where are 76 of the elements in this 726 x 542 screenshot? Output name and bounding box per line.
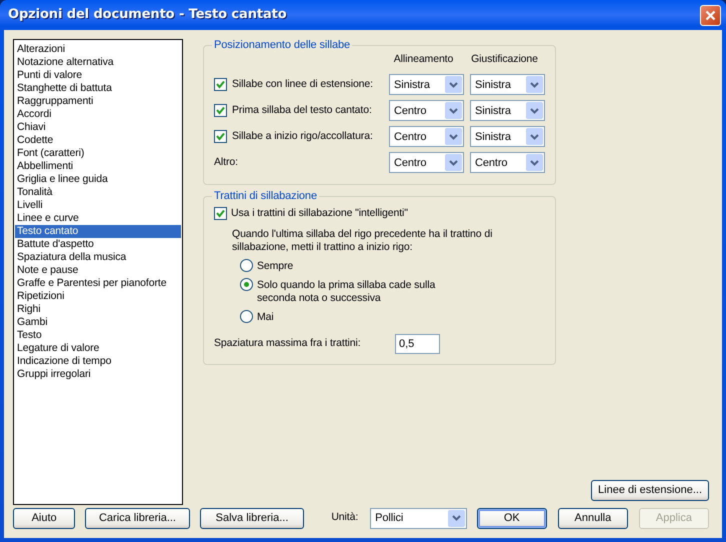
category-item[interactable]: Gruppi irregolari [15, 368, 181, 381]
chevron-icon [526, 154, 543, 172]
category-item[interactable]: Righi [15, 303, 181, 316]
chevron-icon [448, 510, 465, 526]
checkbox-label: Sillabe con linee di estensione: [232, 76, 373, 92]
chevron-icon [445, 102, 462, 120]
checkbox-label: Usa i trattini di sillabazione "intelligenti" [231, 206, 408, 221]
category-item[interactable]: Graffe e Parentesi per pianoforte [15, 277, 181, 290]
dropdown[interactable]: Centro [389, 126, 464, 148]
category-item[interactable]: Font (caratteri) [15, 147, 181, 160]
dropdown[interactable]: Sinistra [470, 74, 545, 96]
category-item[interactable]: Note e pause [15, 264, 181, 277]
category-item[interactable]: Codette [15, 134, 181, 147]
window-title: Opzioni del documento - Testo cantato [8, 6, 287, 24]
radio-button[interactable] [240, 278, 253, 290]
footer-button[interactable]: Annulla [558, 508, 628, 528]
radio-label: Solo quando la prima sillaba cade sulla seconda nota o successiva [257, 278, 436, 304]
radio-label: Mai [257, 310, 274, 324]
field-label: Spaziatura massima fra i trattini: [214, 336, 362, 351]
dropdown[interactable]: Pollici [370, 508, 467, 528]
chevron-icon [445, 128, 462, 146]
units-label: Unità: [331, 510, 358, 526]
category-item[interactable]: Tonalità [15, 186, 181, 199]
footer-button[interactable]: Aiuto [13, 508, 76, 528]
radio-button[interactable] [240, 258, 253, 272]
category-item[interactable]: Punti di valore [15, 69, 181, 82]
close-icon [705, 10, 716, 20]
checkbox-label: Sillabe a inizio rigo/accollatura: [232, 128, 373, 144]
column-header: Giustificazione [470, 52, 539, 67]
dropdown[interactable]: Centro [389, 152, 464, 174]
category-item[interactable]: Battute d'aspetto [15, 238, 181, 251]
checkbox[interactable] [214, 78, 227, 92]
dropdown[interactable]: Sinistra [389, 74, 464, 96]
dropdown[interactable]: Centro [389, 100, 464, 122]
footer-button[interactable]: Salva libreria... [200, 508, 304, 528]
group-title: Posizionamento delle sillabe [213, 39, 352, 52]
category-item[interactable]: Griglia e linee guida [15, 173, 181, 186]
chevron-icon [526, 76, 543, 94]
category-item[interactable]: Spaziatura della musica [15, 251, 181, 264]
radio-label: Sempre [257, 260, 294, 272]
checkbox-label: Prima sillaba del testo cantato: [232, 102, 372, 118]
chevron-icon [445, 76, 462, 94]
category-item[interactable]: Gambi [15, 316, 181, 329]
checkbox[interactable] [214, 104, 227, 118]
column-header: Allineamento [392, 52, 454, 67]
chevron-icon [445, 154, 462, 172]
category-item[interactable]: Abbellimenti [15, 160, 181, 173]
close-button[interactable] [700, 4, 721, 26]
category-item[interactable]: Chiavi [15, 121, 181, 134]
dropdown[interactable]: Sinistra [470, 100, 545, 122]
chevron-icon [526, 128, 543, 146]
category-item[interactable]: Testo [15, 329, 181, 342]
category-item[interactable]: Livelli [15, 199, 181, 212]
category-item[interactable]: Indicazione di tempo [15, 355, 181, 368]
checkbox[interactable] [214, 207, 227, 220]
category-item[interactable]: Legature di valore [15, 342, 181, 355]
dropdown[interactable]: Sinistra [470, 126, 545, 148]
description-text: Quando l'ultima sillaba del rigo precedente ha il trattino di sillabazione, metti il trattino a inizio rigo: [231, 228, 494, 254]
extension-lines-button[interactable]: Linee di estensione... [591, 480, 709, 501]
category-item[interactable]: Raggruppamenti [15, 95, 181, 108]
category-item[interactable]: Ripetizioni [15, 290, 181, 303]
field-label: Altro: [214, 154, 238, 170]
spacing-field[interactable]: 0,5 [395, 334, 440, 354]
group-title: Trattini di sillabazione [213, 190, 318, 203]
category-item[interactable]: Linee e curve [15, 212, 181, 225]
category-item[interactable]: Stanghette di battuta [15, 82, 181, 95]
chevron-icon [526, 102, 543, 120]
dropdown[interactable]: Centro [470, 152, 545, 174]
footer-button[interactable]: Carica libreria... [85, 508, 190, 528]
category-item[interactable]: Alterazioni [15, 43, 181, 56]
category-item[interactable]: Notazione alternativa [15, 56, 181, 69]
checkbox[interactable] [214, 130, 227, 144]
category-item[interactable]: Accordi [15, 108, 181, 121]
category-item[interactable]: Testo cantato [15, 225, 181, 238]
footer-button[interactable]: OK [476, 508, 547, 528]
radio-button[interactable] [240, 310, 253, 322]
